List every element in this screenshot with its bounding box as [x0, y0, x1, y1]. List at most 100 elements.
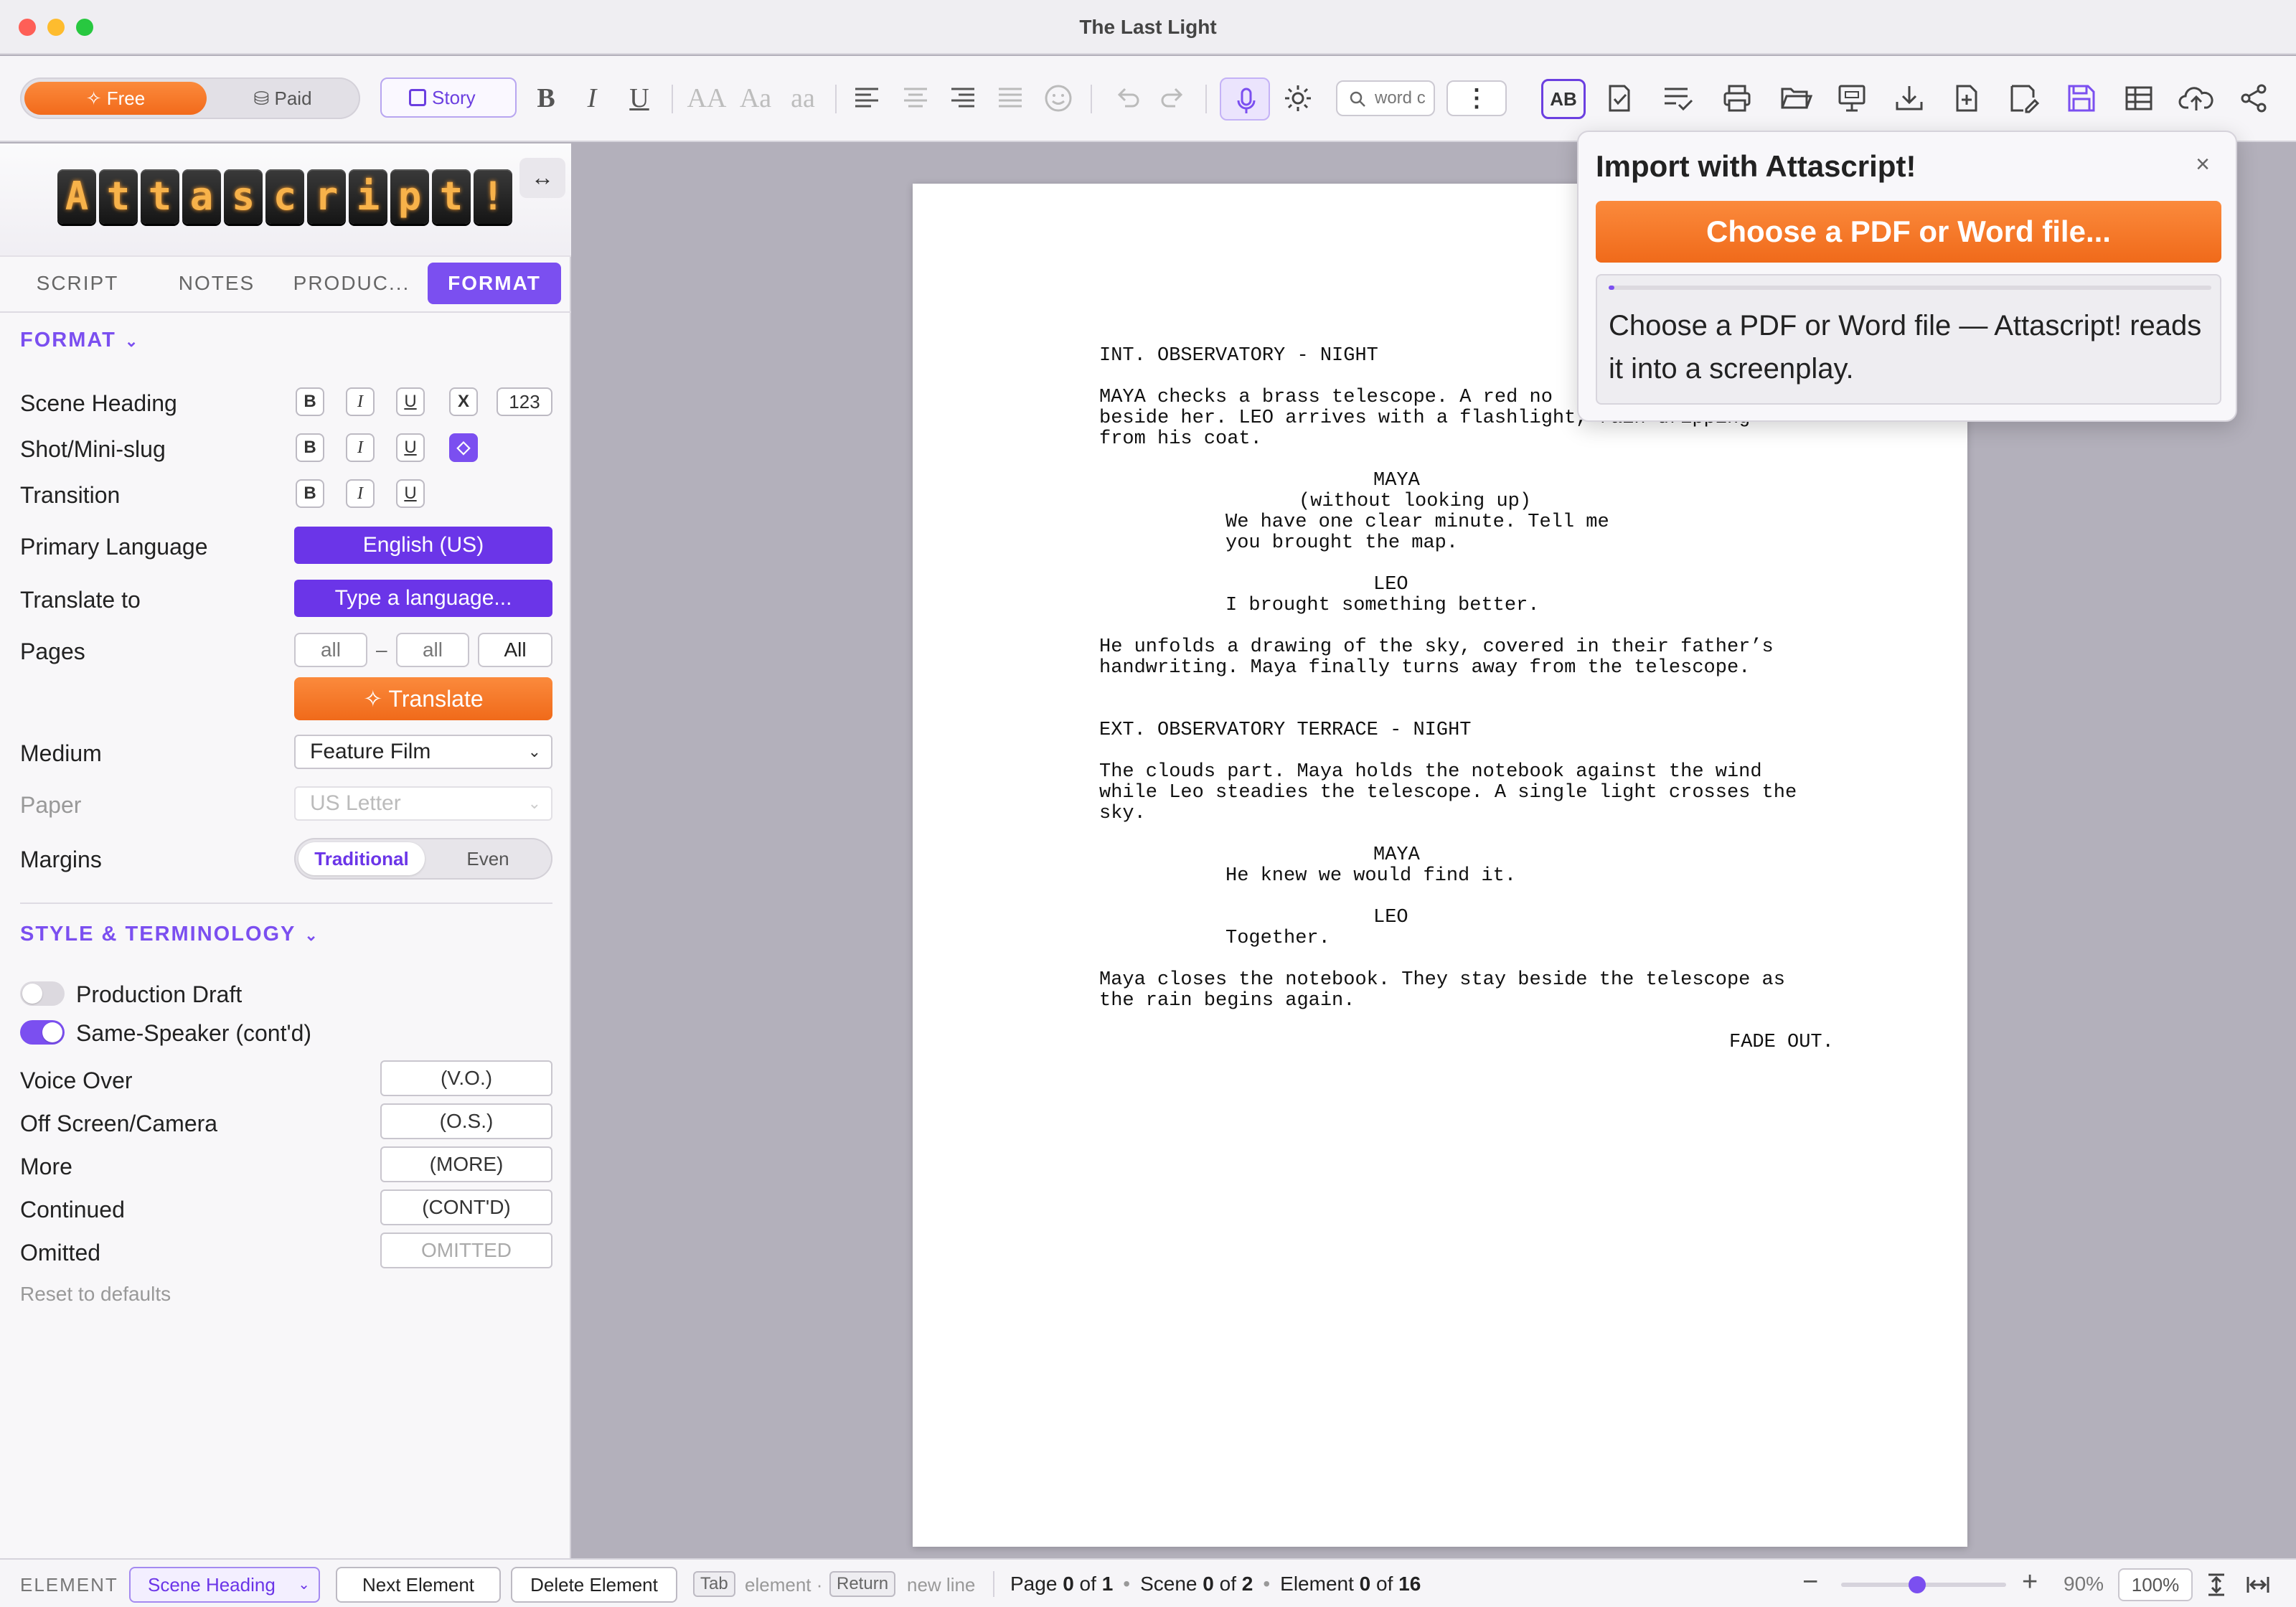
scene-heading[interactable]: EXT. OBSERVATORY TERRACE - NIGHT — [1099, 720, 1471, 741]
production-draft-toggle[interactable] — [20, 981, 65, 1006]
medium-select[interactable]: Feature Film ⌄ — [294, 735, 552, 769]
style-terminology-header[interactable]: STYLE & TERMINOLOGY ⌄ — [20, 923, 319, 946]
scene-heading-bold[interactable]: B — [296, 387, 324, 416]
scene-heading-italic[interactable]: I — [346, 387, 375, 416]
save-as-icon[interactable] — [2009, 83, 2041, 113]
primary-language-select[interactable]: English (US) — [294, 527, 552, 564]
fit-height-icon[interactable] — [2204, 1573, 2229, 1597]
parenthetical[interactable]: (without looking up) — [1299, 491, 1531, 512]
translate-button[interactable]: ✧ Translate — [294, 677, 552, 720]
scene-heading[interactable]: INT. OBSERVATORY - NIGHT — [1099, 346, 1378, 367]
resize-sidebar-button[interactable]: ↔ — [519, 158, 565, 198]
close-icon[interactable]: × — [2196, 151, 2210, 179]
lowercase-button[interactable]: aa — [779, 80, 827, 116]
more-options-button[interactable]: ⋮ — [1446, 80, 1507, 116]
margins-even-option[interactable]: Even — [428, 842, 548, 875]
align-center-icon[interactable] — [901, 83, 930, 112]
element-type-select[interactable]: Scene Heading ⌄ — [129, 1567, 320, 1603]
action-line[interactable]: while Leo steadies the telescope. A sing… — [1099, 783, 1797, 804]
delete-element-button[interactable]: Delete Element — [511, 1567, 677, 1603]
redo-icon[interactable] — [1158, 83, 1187, 112]
story-button[interactable]: Story — [380, 77, 517, 118]
omitted-input[interactable]: OMITTED — [380, 1233, 552, 1268]
scene-heading-underline[interactable]: U — [396, 387, 425, 416]
print-icon[interactable] — [1722, 83, 1752, 113]
dialogue-line[interactable]: He knew we would find it. — [1225, 866, 1516, 887]
action-line[interactable]: sky. — [1099, 804, 1146, 824]
plan-paid-button[interactable]: ⛁ Paid — [210, 82, 356, 115]
italic-button[interactable]: I — [574, 80, 610, 116]
zoom-out-button[interactable]: − — [1802, 1567, 1818, 1598]
align-right-icon[interactable] — [949, 83, 977, 112]
character-name[interactable]: LEO — [1373, 575, 1408, 595]
undo-icon[interactable] — [1114, 83, 1142, 112]
reset-defaults-link[interactable]: Reset to defaults — [20, 1283, 171, 1306]
continued-input[interactable]: (CONT'D) — [380, 1189, 552, 1225]
action-line[interactable]: from his coat. — [1099, 429, 1262, 450]
shot-slug-underline[interactable]: U — [396, 433, 425, 462]
dialogue-line[interactable]: you brought the map. — [1225, 533, 1458, 554]
zoom-reset-button[interactable]: 100% — [2118, 1568, 2193, 1601]
open-folder-icon[interactable] — [1779, 83, 1812, 113]
dialogue-line[interactable]: Together. — [1225, 928, 1330, 949]
zoom-in-button[interactable]: + — [2022, 1567, 2038, 1598]
action-line[interactable]: Maya closes the notebook. They stay besi… — [1099, 970, 1785, 991]
dialogue-line[interactable]: I brought something better. — [1225, 595, 1539, 616]
tab-production[interactable]: PRODUC... — [287, 263, 416, 304]
action-line[interactable]: handwriting. Maya finally turns away fro… — [1099, 658, 1750, 679]
character-name[interactable]: MAYA — [1373, 471, 1420, 491]
transition-line[interactable]: FADE OUT. — [1729, 1032, 1834, 1053]
spellcheck-button[interactable]: AB — [1541, 79, 1586, 119]
off-screen-input[interactable]: (O.S.) — [380, 1103, 552, 1139]
transition-underline[interactable]: U — [396, 479, 425, 508]
presentation-icon[interactable] — [1837, 83, 1867, 113]
titlecase-button[interactable]: Aa — [732, 80, 779, 116]
document-check-icon[interactable] — [1604, 83, 1634, 113]
next-element-button[interactable]: Next Element — [336, 1567, 501, 1603]
cloud-upload-icon[interactable] — [2178, 83, 2214, 113]
table-icon[interactable] — [2124, 83, 2154, 113]
scene-heading-clear[interactable]: X — [449, 387, 478, 416]
more-input[interactable]: (MORE) — [380, 1146, 552, 1182]
margins-traditional-option[interactable]: Traditional — [298, 842, 425, 875]
choose-file-button[interactable]: Choose a PDF or Word file... — [1596, 201, 2221, 263]
tab-notes[interactable]: NOTES — [158, 263, 276, 304]
download-icon[interactable] — [1894, 83, 1924, 113]
shot-slug-style-toggle[interactable]: ◇ — [449, 433, 478, 462]
dialogue-line[interactable]: We have one clear minute. Tell me — [1225, 512, 1609, 533]
bold-button[interactable]: B — [528, 80, 564, 116]
share-icon[interactable] — [2239, 83, 2269, 113]
scene-heading-numbering[interactable]: 123 — [497, 387, 552, 416]
action-line[interactable]: The clouds part. Maya holds the notebook… — [1099, 762, 1762, 783]
align-left-icon[interactable] — [852, 83, 881, 112]
emoji-icon[interactable] — [1043, 83, 1073, 113]
fit-width-icon[interactable] — [2246, 1573, 2270, 1597]
character-name[interactable]: MAYA — [1373, 845, 1420, 866]
plan-free-button[interactable]: ✧ Free — [24, 82, 207, 115]
underline-button[interactable]: U — [621, 80, 657, 116]
pages-all-button[interactable]: All — [478, 633, 552, 667]
action-line[interactable]: He unfolds a drawing of the sky, covered… — [1099, 637, 1774, 658]
zoom-slider[interactable] — [1841, 1576, 2006, 1593]
action-line[interactable]: the rain begins again. — [1099, 991, 1355, 1012]
new-document-icon[interactable] — [1952, 83, 1982, 113]
translate-to-input[interactable]: Type a language... — [294, 580, 552, 617]
shot-slug-bold[interactable]: B — [296, 433, 324, 462]
list-check-icon[interactable] — [1662, 83, 1695, 113]
tab-script[interactable]: SCRIPT — [20, 263, 135, 304]
word-search-input[interactable]: word c — [1336, 80, 1435, 116]
align-justify-icon[interactable] — [996, 83, 1025, 112]
dictation-button[interactable] — [1220, 77, 1270, 121]
zoom-slider-thumb[interactable] — [1909, 1576, 1926, 1593]
same-speaker-toggle[interactable] — [20, 1020, 65, 1045]
character-name[interactable]: LEO — [1373, 908, 1408, 928]
uppercase-button[interactable]: AA — [683, 80, 730, 116]
save-icon[interactable] — [2066, 83, 2097, 113]
transition-bold[interactable]: B — [296, 479, 324, 508]
brightness-icon[interactable] — [1283, 83, 1313, 113]
action-line[interactable]: MAYA checks a brass telescope. A red no — [1099, 387, 1553, 408]
format-section-header[interactable]: FORMAT ⌄ — [20, 329, 139, 352]
shot-slug-italic[interactable]: I — [346, 433, 375, 462]
pages-to-input[interactable]: all — [396, 633, 469, 667]
transition-italic[interactable]: I — [346, 479, 375, 508]
